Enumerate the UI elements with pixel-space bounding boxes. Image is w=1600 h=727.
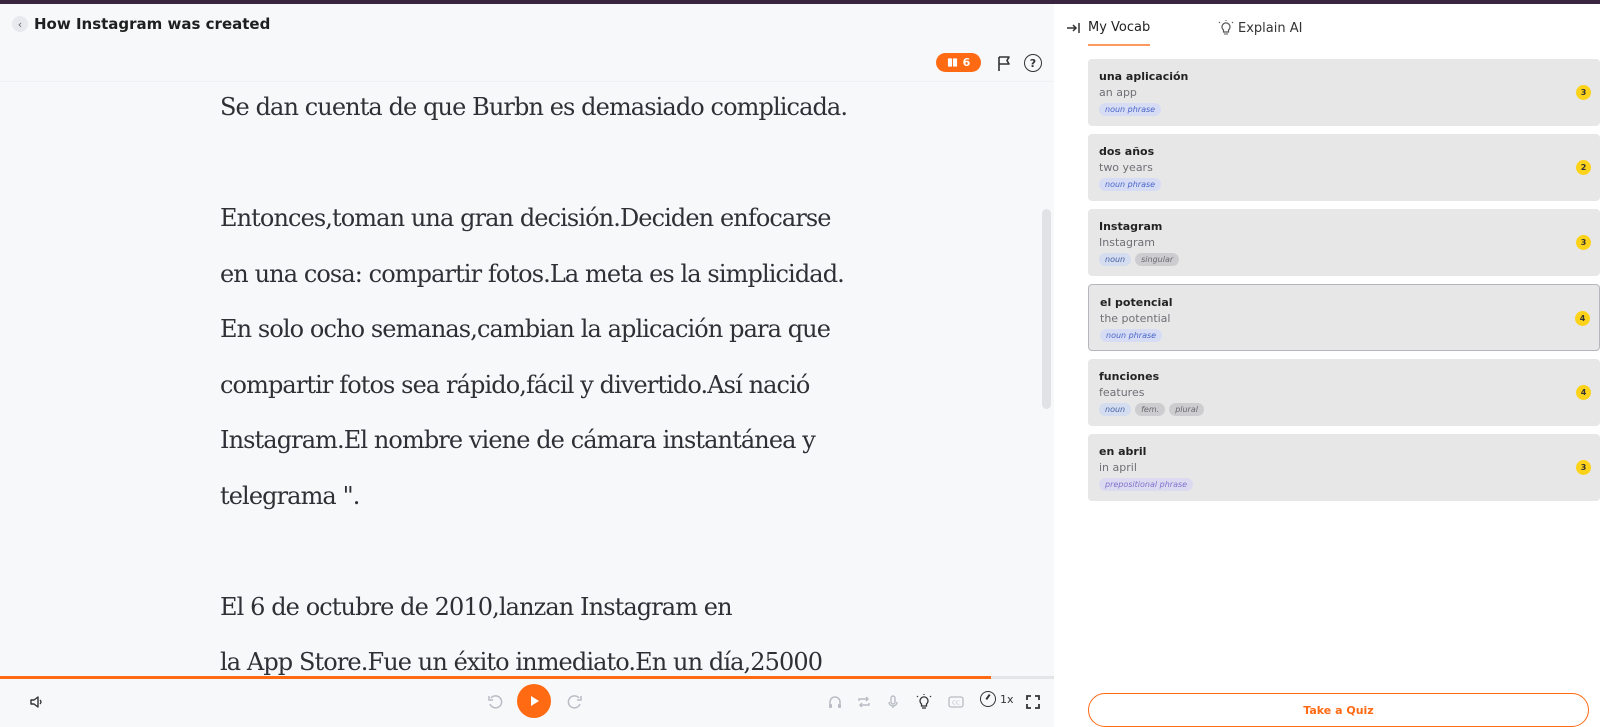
- vocab-card[interactable]: dos años two years noun phrase 2: [1088, 134, 1600, 201]
- vocab-word: Instagram: [1099, 220, 1163, 233]
- vocab-count-badge: 3: [1576, 235, 1591, 250]
- volume-icon: [30, 696, 42, 708]
- story-line[interactable]: Instagram.El nombre viene de cámara inst…: [220, 413, 860, 469]
- story-line[interactable]: compartir fotos sea rápido,fácil y diver…: [220, 358, 860, 414]
- vocab-tag: fem.: [1135, 403, 1166, 416]
- rewind-button[interactable]: [484, 691, 506, 713]
- vocab-tags: noun singular: [1099, 253, 1180, 266]
- fullscreen-button[interactable]: [1022, 691, 1044, 713]
- vocab-translation: in april: [1099, 461, 1137, 474]
- vocab-tags: noun phrase: [1099, 103, 1162, 116]
- vocab-card[interactable]: funciones features noun fem. plural 4: [1088, 359, 1600, 426]
- headphones-button[interactable]: [824, 691, 846, 713]
- story-text: Se dan cuenta de que Burbn es demasiado …: [220, 80, 860, 691]
- speed-label: 1x: [1000, 692, 1014, 706]
- panel-tabs: My Vocab Explain AI: [1054, 4, 1600, 50]
- back-button[interactable]: ‹: [12, 16, 28, 32]
- story-line[interactable]: Se dan cuenta de que Burbn es demasiado …: [220, 80, 860, 136]
- vocab-panel: My Vocab Explain AI una aplicación an ap…: [1054, 4, 1600, 727]
- vocab-tag: noun phrase: [1099, 103, 1162, 116]
- play-button[interactable]: [517, 684, 551, 718]
- collapse-panel-button[interactable]: [1066, 22, 1082, 38]
- forward-icon: [567, 695, 582, 709]
- tab-explain-ai[interactable]: Explain AI: [1218, 20, 1302, 36]
- headphones-icon: [829, 696, 841, 708]
- reader-pane: ‹ How Instagram was created 6 ? Se dan c…: [0, 4, 1054, 727]
- story-line[interactable]: En solo ocho semanas,cambian la aplicaci…: [220, 302, 860, 358]
- vocab-tags: noun phrase: [1099, 178, 1162, 191]
- captions-button[interactable]: CC: [945, 691, 967, 713]
- cc-icon: CC: [948, 696, 964, 708]
- vocab-tag: plural: [1169, 403, 1204, 416]
- playback-speed[interactable]: 1x: [980, 691, 1014, 707]
- vocab-count-badge: 3: [1576, 85, 1591, 100]
- vocab-tag: noun: [1099, 253, 1132, 266]
- reader-header: ‹ How Instagram was created 6 ?: [0, 4, 1054, 82]
- story-scrollbar[interactable]: [1042, 209, 1051, 409]
- story-line[interactable]: telegrama ".: [220, 469, 860, 525]
- vocab-count-badge: 2: [1576, 160, 1591, 175]
- vocab-translation: Instagram: [1099, 236, 1155, 249]
- mic-button[interactable]: [882, 691, 904, 713]
- rewind-icon: [488, 695, 503, 709]
- story-line[interactable]: El 6 de octubre de 2010,lanzan Instagram…: [220, 580, 860, 636]
- volume-button[interactable]: [26, 691, 48, 713]
- audio-player: CC 1x: [0, 679, 1054, 727]
- active-tab-indicator: [1088, 44, 1150, 46]
- vocab-tag: noun phrase: [1099, 178, 1162, 191]
- vocab-tag: prepositional phrase: [1099, 478, 1194, 491]
- vocab-translation: an app: [1099, 86, 1137, 99]
- repeat-icon: [858, 696, 870, 708]
- vocab-translation: features: [1099, 386, 1145, 399]
- bulb-icon: [1218, 20, 1234, 35]
- flag-icon: [998, 55, 1010, 71]
- collapse-panel-icon: [1067, 23, 1080, 33]
- vocab-tag: singular: [1135, 253, 1180, 266]
- mic-icon: [888, 695, 898, 708]
- take-quiz-button[interactable]: Take a Quiz: [1088, 693, 1589, 727]
- vocab-tag: noun phrase: [1100, 329, 1163, 342]
- vocab-word: en abril: [1099, 445, 1147, 458]
- vocab-word: el potencial: [1100, 296, 1173, 309]
- vocab-card[interactable]: el potencial the potential noun phrase 4: [1088, 284, 1600, 351]
- vocab-count-badge: 3: [1576, 460, 1591, 475]
- vocab-word: dos años: [1099, 145, 1155, 158]
- vocab-card[interactable]: una aplicación an app noun phrase 3: [1088, 59, 1600, 126]
- tab-my-vocab[interactable]: My Vocab: [1088, 20, 1150, 35]
- speed-icon: [980, 691, 996, 707]
- vocab-card[interactable]: Instagram Instagram noun singular 3: [1088, 209, 1600, 276]
- vocab-word: funciones: [1099, 370, 1160, 383]
- vocab-list: una aplicación an app noun phrase 3 dos …: [1088, 59, 1600, 509]
- vocab-count-badge: 4: [1575, 311, 1590, 326]
- svg-text:CC: CC: [952, 701, 960, 707]
- explain-button[interactable]: [913, 691, 935, 713]
- repeat-button[interactable]: [853, 691, 875, 713]
- help-icon: ?: [1029, 56, 1037, 70]
- vocab-translation: the potential: [1100, 312, 1171, 325]
- vocab-tags: noun phrase: [1100, 329, 1163, 342]
- forward-button[interactable]: [564, 691, 586, 713]
- chevron-left-icon: ‹: [17, 17, 23, 31]
- story-title: How Instagram was created: [34, 15, 271, 33]
- book-icon: [947, 58, 957, 67]
- vocab-card[interactable]: en abril in april prepositional phrase 3: [1088, 434, 1600, 501]
- story-line[interactable]: Entonces,toman una gran decisión.Deciden…: [220, 191, 860, 247]
- tab-explain-ai-label: Explain AI: [1238, 20, 1303, 36]
- fullscreen-icon: [1026, 695, 1040, 709]
- help-button[interactable]: ?: [1024, 54, 1042, 72]
- book-count-badge[interactable]: 6: [936, 53, 981, 72]
- vocab-count-badge: 4: [1576, 385, 1591, 400]
- vocab-tags: noun fem. plural: [1099, 403, 1204, 416]
- book-count: 6: [962, 56, 971, 69]
- vocab-word: una aplicación: [1099, 70, 1189, 83]
- flag-button[interactable]: [994, 53, 1014, 73]
- vocab-translation: two years: [1099, 161, 1153, 174]
- vocab-tags: prepositional phrase: [1099, 478, 1194, 491]
- play-icon: [531, 696, 539, 706]
- bulb-icon: [916, 694, 932, 709]
- story-line[interactable]: en una cosa: compartir fotos.La meta es …: [220, 247, 860, 303]
- vocab-tag: noun: [1099, 403, 1132, 416]
